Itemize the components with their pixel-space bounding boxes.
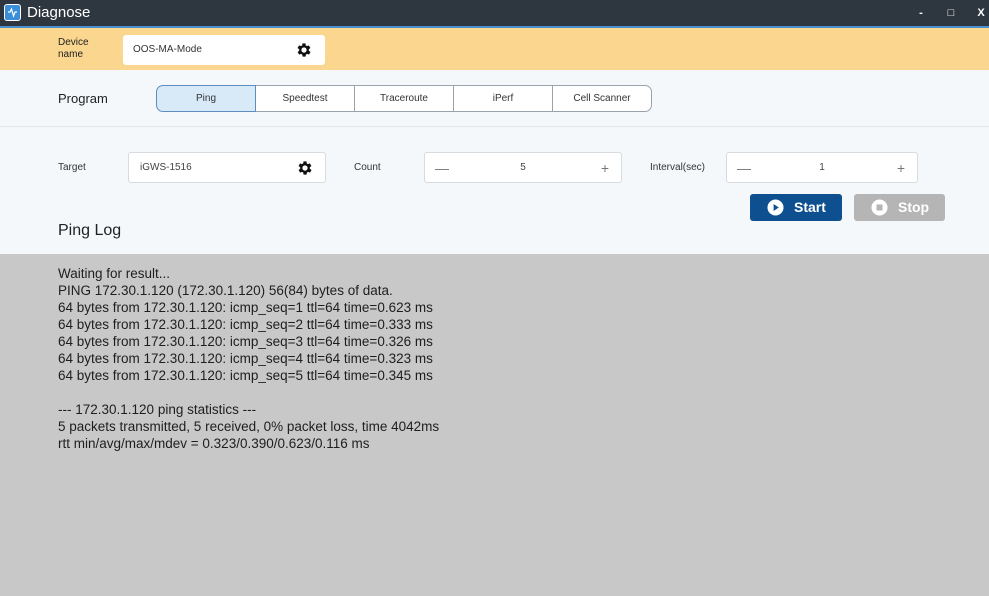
play-icon: [767, 199, 784, 216]
log-line: Waiting for result...: [58, 266, 171, 281]
count-stepper: — 5 +: [424, 152, 622, 183]
log-lines: Waiting for result... PING 172.30.1.120 (…: [58, 265, 439, 452]
app-icon: [4, 4, 21, 21]
count-label: Count: [354, 162, 381, 173]
interval-increment-button[interactable]: +: [892, 159, 910, 177]
interval-stepper: — 1 +: [726, 152, 918, 183]
count-decrement-button[interactable]: —: [433, 159, 451, 177]
stop-icon: [871, 199, 888, 216]
tab-speedtest[interactable]: Speedtest: [255, 85, 355, 112]
log-line: PING 172.30.1.120 (172.30.1.120) 56(84) …: [58, 283, 393, 298]
ping-controls: Target iGWS-1516 Count — 5 + Interval(se…: [0, 127, 989, 254]
log-line: rtt min/avg/max/mdev = 0.323/0.390/0.623…: [58, 436, 370, 451]
tab-traceroute[interactable]: Traceroute: [354, 85, 454, 112]
device-name-field[interactable]: OOS-MA-Mode: [123, 35, 325, 65]
start-button[interactable]: Start: [750, 194, 842, 221]
ping-log-title: Ping Log: [58, 222, 122, 239]
log-line: --- 172.30.1.120 ping statistics ---: [58, 402, 257, 417]
log-line: 64 bytes from 172.30.1.120: icmp_seq=3 t…: [58, 334, 433, 349]
interval-label: Interval(sec): [650, 162, 706, 173]
program-label: Program: [58, 91, 108, 106]
count-increment-button[interactable]: +: [596, 159, 614, 177]
start-button-label: Start: [794, 199, 826, 215]
maximize-button[interactable]: □: [944, 4, 958, 22]
device-bar: Device name OOS-MA-Mode: [0, 28, 989, 70]
ping-log-output[interactable]: Waiting for result... PING 172.30.1.120 (…: [0, 254, 989, 596]
interval-decrement-button[interactable]: —: [735, 159, 753, 177]
interval-value[interactable]: 1: [767, 162, 877, 173]
log-line: 64 bytes from 172.30.1.120: icmp_seq=4 t…: [58, 351, 433, 366]
log-line: 5 packets transmitted, 5 received, 0% pa…: [58, 419, 440, 434]
close-button[interactable]: X: [974, 4, 988, 22]
target-field[interactable]: iGWS-1516: [128, 152, 326, 183]
gear-icon[interactable]: [295, 41, 313, 59]
target-label: Target: [58, 162, 86, 173]
target-value: iGWS-1516: [140, 162, 192, 173]
program-tabs: Ping Speedtest Traceroute iPerf Cell Sca…: [156, 85, 652, 112]
gear-icon[interactable]: [296, 159, 314, 177]
program-bar: Program Ping Speedtest Traceroute iPerf …: [0, 70, 989, 127]
tab-iperf[interactable]: iPerf: [453, 85, 553, 112]
device-name-value: OOS-MA-Mode: [133, 44, 202, 55]
log-line: 64 bytes from 172.30.1.120: icmp_seq=1 t…: [58, 300, 433, 315]
count-value[interactable]: 5: [465, 162, 581, 173]
stop-button-label: Stop: [898, 199, 930, 215]
tab-ping[interactable]: Ping: [156, 85, 256, 112]
log-line: 64 bytes from 172.30.1.120: icmp_seq=2 t…: [58, 317, 433, 332]
window-title: Diagnose: [27, 4, 91, 21]
title-bar: Diagnose - □ X: [0, 0, 989, 28]
tab-cell-scanner[interactable]: Cell Scanner: [552, 85, 652, 112]
stop-button[interactable]: Stop: [854, 194, 945, 221]
log-line: 64 bytes from 172.30.1.120: icmp_seq=5 t…: [58, 368, 433, 383]
minimize-button[interactable]: -: [914, 4, 928, 22]
device-name-label: Device name: [58, 37, 89, 60]
